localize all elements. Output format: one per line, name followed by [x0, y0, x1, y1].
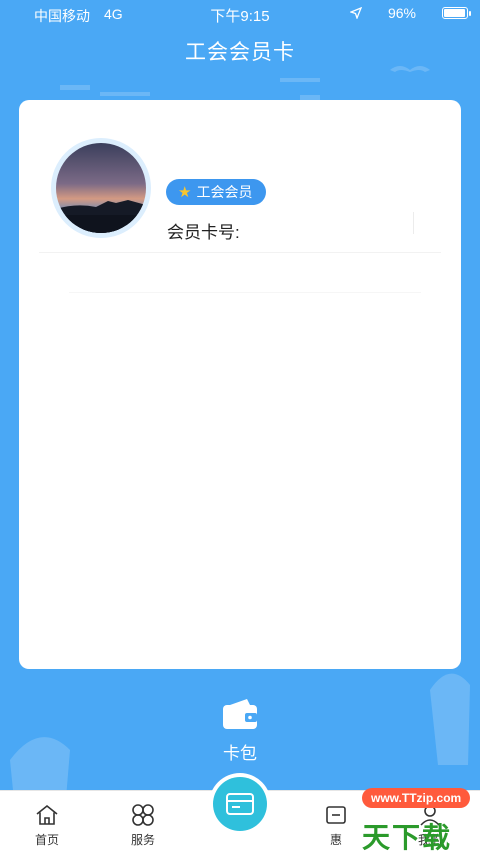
wallet-label: 卡包	[223, 744, 257, 763]
watermark-pill: www.TTzip.com	[362, 788, 471, 808]
avatar[interactable]	[51, 138, 151, 238]
battery-fill	[444, 9, 466, 17]
badge-label: 工会会员	[196, 184, 253, 200]
member-card: ★ 工会会员 会员卡号:	[19, 100, 461, 669]
divider	[69, 292, 421, 293]
avatar-image	[56, 143, 146, 233]
watermark: www.TTzip.com 天下载	[300, 780, 480, 854]
sunset-photo-image	[56, 143, 146, 233]
wallet-button[interactable]: 卡包	[0, 697, 480, 764]
tab-service[interactable]: 服务	[113, 803, 173, 848]
tab-home-label: 首页	[34, 833, 59, 847]
member-badge: ★ 工会会员	[166, 179, 267, 205]
star-icon: ★	[178, 184, 192, 201]
tab-home[interactable]: 首页	[17, 803, 77, 848]
card-icon	[226, 793, 254, 815]
status-bar: 中国移动 4G 下午9:15 96%	[0, 0, 480, 28]
battery-percent: 96%	[387, 5, 416, 21]
divider-mark	[413, 212, 414, 234]
grid-icon	[132, 804, 154, 826]
watermark-text: 天下载	[362, 822, 453, 853]
page-title: 工会会员卡	[185, 41, 295, 64]
battery-icon	[442, 7, 471, 19]
card-number-label: 会员卡号:	[167, 223, 240, 242]
tab-service-label: 服务	[130, 833, 155, 847]
wallet-icon	[223, 699, 257, 729]
divider	[39, 252, 441, 253]
home-icon	[36, 804, 58, 825]
status-right: 96%	[349, 5, 471, 21]
card-center-button[interactable]	[213, 777, 267, 831]
location-arrow-icon	[349, 7, 362, 19]
